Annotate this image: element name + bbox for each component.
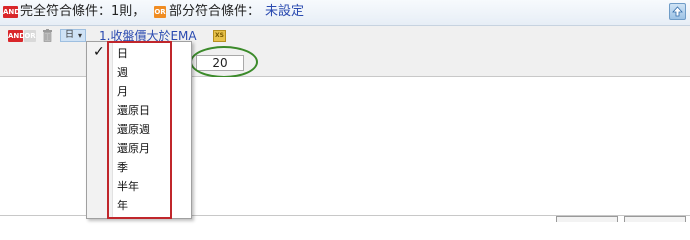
ema-period-input[interactable]: 20 [196,55,244,71]
footer-button-2[interactable] [624,216,686,222]
menu-item-year[interactable]: 年 [87,196,191,215]
menu-item-adjusted-day[interactable]: 還原日 [87,101,191,120]
or-badge-icon: OR [154,6,166,18]
criteria-summary-bar: AND 完全符合條件：1則， OR 部分符合條件： 未設定 [0,0,690,26]
menu-item-adjusted-month[interactable]: 還原月 [87,139,191,158]
menu-item-day[interactable]: ✓ 日 [87,44,191,63]
and-toggle-icon[interactable]: AND [8,30,25,42]
partial-match-value: 未設定 [265,4,305,19]
period-select-value: 日 [65,30,75,40]
period-dropdown-menu: ✓ 日 週 月 還原日 還原週 還原月 季 半年 年 [86,41,192,219]
collapse-up-button[interactable] [669,3,686,20]
footer-button-1[interactable] [556,216,618,222]
check-icon: ✓ [93,44,105,60]
partial-match-label: 部分符合條件： [169,4,261,19]
arrow-up-icon [672,6,683,17]
full-match-label: 完全符合條件：1則， [20,4,146,19]
chevron-down-icon: ▾ [78,31,83,40]
period-select[interactable]: 日 ▾ [60,29,86,42]
menu-item-week[interactable]: 週 [87,63,191,82]
and-badge-icon: AND [3,6,21,18]
menu-item-half-year[interactable]: 半年 [87,177,191,196]
trash-icon[interactable] [42,29,53,42]
menu-item-quarter[interactable]: 季 [87,158,191,177]
menu-item-adjusted-week[interactable]: 還原週 [87,120,191,139]
or-toggle-icon[interactable]: OR [24,30,36,42]
xs-script-icon[interactable]: XS [213,30,226,42]
menu-item-month[interactable]: 月 [87,82,191,101]
